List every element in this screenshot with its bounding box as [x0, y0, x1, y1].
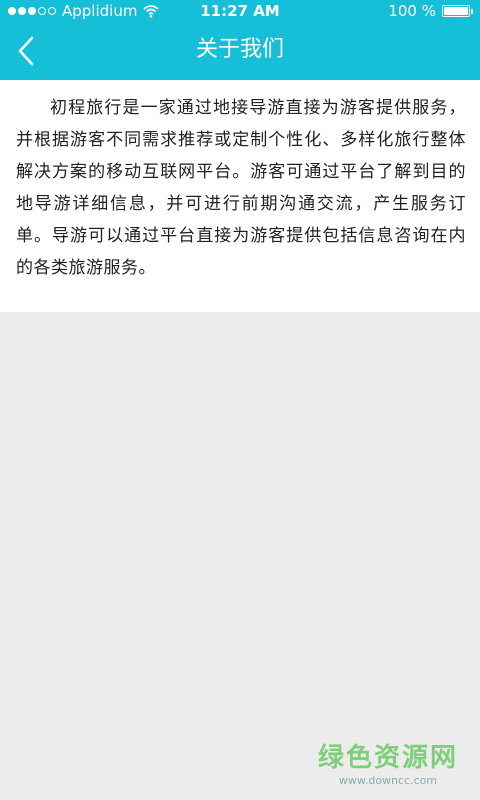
watermark: 绿色资源网 www.downcc.com [318, 742, 458, 788]
watermark-url: www.downcc.com [338, 774, 438, 787]
page-title: 关于我们 [195, 37, 284, 62]
battery-percent: 100 % [388, 2, 436, 20]
status-bar: Applidium 11:27 AM 100 % [0, 0, 480, 22]
header-bar: Applidium 11:27 AM 100 % 关于我们 [0, 0, 480, 80]
about-description: 初程旅行是一家通过地接导游直接为游客提供服务，并根据游客不同需求推荐或定制个性化… [16, 98, 466, 278]
about-content-card: 初程旅行是一家通过地接导游直接为游客提供服务，并根据游客不同需求推荐或定制个性化… [0, 80, 480, 312]
navigation-bar: 关于我们 [0, 22, 480, 80]
battery-fill [444, 7, 468, 15]
battery-icon [442, 5, 473, 17]
watermark-title: 绿色资源网 [317, 743, 458, 773]
status-right: 100 % [388, 0, 473, 22]
